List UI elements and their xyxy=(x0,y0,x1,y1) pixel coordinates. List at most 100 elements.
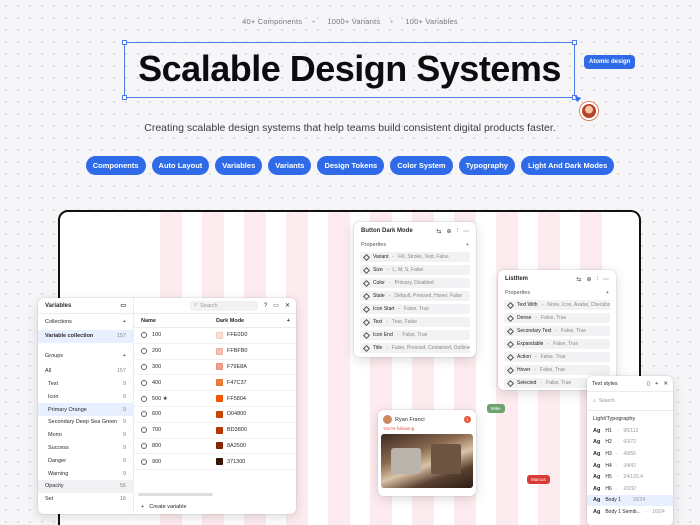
close-icon[interactable]: ✕ xyxy=(285,302,290,309)
target-icon[interactable]: ⊕ xyxy=(586,276,591,283)
chip-color-system[interactable]: Color System xyxy=(390,156,453,175)
chip-variables[interactable]: Variables xyxy=(215,156,263,175)
search-input[interactable]: ⌕ Search xyxy=(190,300,258,311)
property-separator: - xyxy=(540,380,543,386)
variable-row[interactable]: 800 8A2500 xyxy=(134,439,296,455)
chip-variants[interactable]: Variants xyxy=(268,156,312,175)
add-collection-icon[interactable]: + xyxy=(123,319,126,325)
layout-icon[interactable]: ▭ xyxy=(273,302,279,309)
book-icon[interactable]: ▯ xyxy=(647,381,650,387)
add-property-icon[interactable]: + xyxy=(606,290,609,296)
add-group-icon[interactable]: + xyxy=(123,353,126,359)
property-row[interactable]: Variant - Fill, Stroke, Text, False xyxy=(360,252,470,262)
variable-value-cell[interactable]: FF5804 xyxy=(216,395,246,403)
variable-value-cell[interactable]: F79E8A xyxy=(216,363,247,371)
variable-value-cell[interactable]: FFBFB0 xyxy=(216,347,247,355)
chip-typography[interactable]: Typography xyxy=(458,156,515,175)
property-row[interactable]: Expandable - False, True xyxy=(504,339,610,349)
layout-grid-column xyxy=(328,212,350,525)
horizontal-scrollbar[interactable] xyxy=(138,493,213,496)
search-input[interactable]: ⌕ Search xyxy=(587,392,673,411)
add-mode-icon[interactable]: + xyxy=(287,318,296,324)
text-style-row[interactable]: Ag Body 1 · 16/24 xyxy=(587,494,673,507)
group-item[interactable]: Mono 9 xyxy=(38,429,133,442)
variable-row[interactable]: 700 BD3800 xyxy=(134,423,296,439)
resize-handle[interactable] xyxy=(572,40,577,45)
more-icon[interactable]: ⋯ xyxy=(463,228,469,235)
property-row[interactable]: Hover - False, True xyxy=(504,365,610,375)
chip-design-tokens[interactable]: Design Tokens xyxy=(317,156,385,175)
resize-handle[interactable] xyxy=(122,40,127,45)
text-style-row[interactable]: Ag H4 · 34/42 xyxy=(587,460,673,472)
close-icon[interactable]: ✕ xyxy=(663,381,668,387)
variable-value-cell[interactable]: FFE0D0 xyxy=(216,331,247,339)
chip-light-dark-modes[interactable]: Light And Dark Modes xyxy=(520,156,615,175)
adjust-icon[interactable]: ⫶ xyxy=(596,276,598,283)
variable-row[interactable]: 200 FFBFB0 xyxy=(134,344,296,360)
color-variable-icon xyxy=(141,332,147,339)
property-row[interactable]: State - Default, Pressed, Hover, False xyxy=(360,291,470,301)
text-style-row[interactable]: Ag H3 · 48/56 xyxy=(587,448,673,460)
swap-icon[interactable]: ⇆ xyxy=(436,228,441,235)
collaborator-tag: Mike xyxy=(487,404,505,413)
help-icon[interactable]: ? xyxy=(264,303,267,309)
group-item[interactable]: Set 18 xyxy=(38,493,133,506)
group-item[interactable]: Secondary Deep Sea Green 9 xyxy=(38,416,133,429)
chip-components[interactable]: Components xyxy=(85,156,146,175)
resize-handle[interactable] xyxy=(122,95,127,100)
group-label: Icon xyxy=(48,393,59,400)
variable-row[interactable]: 300 F79E8A xyxy=(134,360,296,376)
text-style-row[interactable]: Ag H5 · 24/133.4 xyxy=(587,471,673,483)
property-separator: - xyxy=(398,306,401,312)
search-placeholder: Search xyxy=(598,398,615,404)
variable-row[interactable]: 900 371300 xyxy=(134,454,296,471)
variable-value-cell[interactable]: BD3800 xyxy=(216,426,247,434)
group-item[interactable]: Opacity 56 xyxy=(38,479,133,493)
profile-card[interactable]: Ryan Franci 1 You're following xyxy=(378,410,476,496)
group-item[interactable]: Danger 9 xyxy=(38,454,133,467)
add-property-icon[interactable]: + xyxy=(466,242,469,248)
property-row[interactable]: Size - L, M, S, False xyxy=(360,265,470,275)
chip-auto-layout[interactable]: Auto Layout xyxy=(151,156,210,175)
variable-row[interactable]: 400 F47C37 xyxy=(134,375,296,392)
group-count: 9 xyxy=(122,470,126,477)
property-row[interactable]: Icon Start - False, True xyxy=(360,304,470,314)
variable-row[interactable]: 600 D04800 xyxy=(134,407,296,423)
group-item[interactable]: Text 9 xyxy=(38,378,133,391)
group-item[interactable]: Warning 9 xyxy=(38,467,133,480)
text-style-row[interactable]: Ag Body 1 Semib... · 16/24 xyxy=(587,506,673,518)
property-row[interactable]: Color - Primary, Disabled xyxy=(360,278,470,288)
group-item[interactable]: Icon 9 xyxy=(38,390,133,403)
group-label: Warning xyxy=(48,470,69,477)
group-item-selected[interactable]: Primary Orange 9 xyxy=(38,403,133,416)
variable-value-cell[interactable]: F47C37 xyxy=(216,379,247,387)
variable-value-cell[interactable]: 8A2500 xyxy=(216,442,246,450)
property-row[interactable]: Title - False, Pressed, Contained, Outline… xyxy=(360,343,470,353)
property-row[interactable]: Icon End - False, True xyxy=(360,330,470,340)
text-style-row[interactable]: Ag H6 · 20/32 xyxy=(587,483,673,495)
target-icon[interactable]: ⊕ xyxy=(446,228,451,235)
collection-item[interactable]: Variable collection 157 xyxy=(38,330,133,343)
adjust-icon[interactable]: ⫶ xyxy=(456,228,458,235)
property-row[interactable]: Text - True, False xyxy=(360,317,470,327)
more-icon[interactable]: ⋯ xyxy=(603,276,609,283)
variable-name-cell: 400 xyxy=(134,379,216,386)
create-variable-button[interactable]: + Create variable xyxy=(134,504,296,510)
swap-icon[interactable]: ⇆ xyxy=(576,276,581,283)
text-style-row[interactable]: Ag H1 · 96/112 xyxy=(587,425,673,437)
group-item[interactable]: All 157 xyxy=(38,365,133,378)
separator: · xyxy=(616,462,619,469)
panel-toggle-icon[interactable]: ▭ xyxy=(120,302,126,309)
add-icon[interactable]: + xyxy=(655,381,658,387)
property-row[interactable]: Action - False, True xyxy=(504,352,610,362)
variable-value-cell[interactable]: 371300 xyxy=(216,458,245,466)
text-style-row[interactable]: Ag H2 · 60/72 xyxy=(587,437,673,449)
variable-row[interactable]: 500 ★ FF5804 xyxy=(134,391,296,407)
group-item[interactable]: Success 9 xyxy=(38,442,133,455)
property-row[interactable]: Secondary Text - False, True xyxy=(504,326,610,336)
variable-value-cell[interactable]: D04800 xyxy=(216,410,246,418)
variable-row[interactable]: 100 FFE0D0 xyxy=(134,328,296,344)
text-style-icon: Ag xyxy=(593,474,601,481)
property-row[interactable]: Dense - False, True xyxy=(504,313,610,323)
property-row[interactable]: Text With - None, Icon, Avatar, Checkbox xyxy=(504,300,610,310)
